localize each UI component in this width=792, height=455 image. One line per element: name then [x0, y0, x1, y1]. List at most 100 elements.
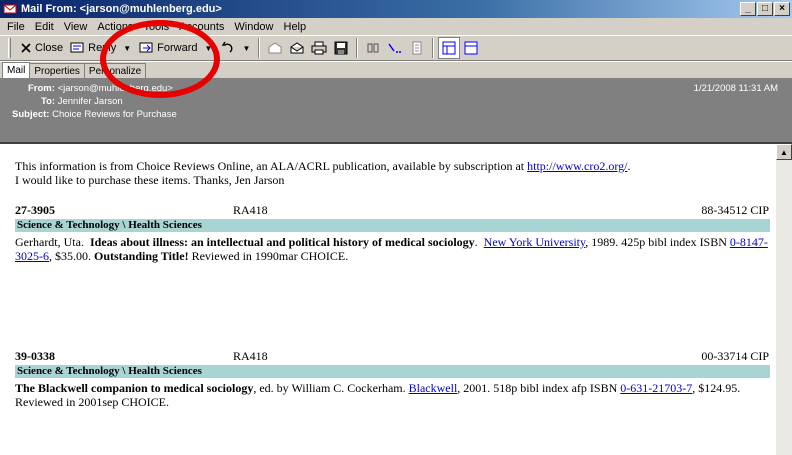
record-details: , 1989. 425p bibl index ISBN [585, 235, 730, 249]
publisher-link[interactable]: New York University [484, 235, 586, 249]
forward-button[interactable]: Forward [135, 37, 200, 59]
toolbar-separator [356, 38, 359, 58]
menu-file[interactable]: File [3, 21, 31, 33]
message-header: From: <jarson@muhlenberg.edu> To: Jennif… [0, 78, 792, 142]
printer-icon [311, 41, 327, 55]
undo-icon [222, 41, 233, 53]
maximize-button[interactable]: □ [757, 2, 773, 16]
tab-personalize[interactable]: Personalize [83, 63, 147, 78]
preview-pane-button[interactable] [438, 37, 461, 59]
publisher-link[interactable]: Blackwell [409, 381, 458, 395]
forward-icon [139, 42, 153, 53]
record-price: , $35.00. [49, 249, 94, 263]
split-view-button[interactable] [460, 37, 482, 59]
toolbar-separator [258, 38, 261, 58]
message-body-pane[interactable]: This information is from Choice Reviews … [0, 142, 792, 455]
menu-view[interactable]: View [60, 21, 94, 33]
reply-dropdown-icon[interactable]: ▼ [119, 44, 135, 53]
find-button[interactable] [384, 37, 406, 59]
undo-button[interactable] [216, 37, 238, 59]
close-label: Close [35, 42, 64, 54]
split-view-icon [464, 41, 478, 55]
cro2-link[interactable]: http://www.cro2.org/ [527, 159, 627, 173]
message-tabs: Mail Properties Personalize [0, 62, 792, 78]
envelope-icon [290, 42, 304, 54]
record-citation: Gerhardt, Uta. Ideas about illness: an i… [15, 235, 768, 263]
mark-read-button[interactable] [264, 37, 286, 59]
find-icon [388, 43, 402, 53]
preview-pane-icon [442, 41, 456, 55]
address-book-button[interactable] [362, 37, 384, 59]
scroll-up-button[interactable]: ▲ [776, 144, 792, 160]
menu-edit[interactable]: Edit [31, 21, 60, 33]
intro-text: This information is from Choice Reviews … [15, 159, 777, 187]
cip-number: 00-33714 CIP [701, 349, 769, 363]
subject-row: Subject: Choice Reviews for Purchase [12, 109, 177, 120]
mark-unread-button[interactable] [286, 37, 308, 59]
tab-mail[interactable]: Mail [2, 62, 31, 78]
reply-icon [70, 42, 84, 53]
to-value[interactable]: Jennifer Jarson [58, 96, 123, 107]
cip-number: 88-34512 CIP [701, 203, 769, 217]
to-row: To: Jennifer Jarson [41, 96, 123, 107]
subject-category: Science & Technology \ Health Sciences [15, 219, 770, 232]
floppy-disk-icon [334, 41, 348, 55]
save-button[interactable] [330, 37, 352, 59]
toolbar-grip[interactable] [8, 38, 11, 58]
record-number: 27-3905 [15, 203, 55, 217]
menu-bar: File Edit View Actions Tools Accounts Wi… [0, 18, 792, 35]
toolbar-separator [432, 38, 435, 58]
envelope-open-icon [268, 42, 282, 54]
intro-line-2: I would like to purchase these items. Th… [15, 173, 285, 187]
window-title: Mail From: <jarson@muhlenberg.edu> [21, 3, 222, 15]
filter-button[interactable] [406, 37, 428, 59]
review-record: 27-3905 RA418 88-34512 CIP Science & Tec… [15, 203, 775, 263]
record-author: Gerhardt, Uta. [15, 235, 84, 249]
undo-dropdown-icon[interactable]: ▼ [238, 44, 254, 53]
menu-accounts[interactable]: Accounts [175, 21, 230, 33]
minimize-button[interactable]: _ [740, 2, 756, 16]
record-title: Ideas about illness: an intellectual and… [89, 235, 475, 249]
from-value[interactable]: <jarson@muhlenberg.edu> [58, 83, 173, 94]
isbn-link[interactable]: 0-631-21703-7 [620, 381, 692, 395]
subject-category: Science & Technology \ Health Sciences [15, 365, 770, 378]
record-number: 39-0338 [15, 349, 55, 363]
message-body: This information is from Choice Reviews … [15, 159, 777, 409]
menu-actions[interactable]: Actions [93, 21, 139, 33]
message-date: 1/21/2008 11:31 AM [693, 83, 778, 94]
vertical-scrollbar[interactable]: ▲ [776, 144, 792, 455]
address-book-icon [367, 43, 379, 53]
record-header: 39-0338 RA418 00-33714 CIP [15, 349, 775, 364]
menu-tools[interactable]: Tools [139, 21, 175, 33]
intro-line-1: This information is from Choice Reviews … [15, 159, 528, 173]
mail-app-icon [3, 4, 17, 14]
forward-label: Forward [157, 42, 198, 54]
close-icon [21, 43, 31, 53]
menu-help[interactable]: Help [280, 21, 313, 33]
record-title: The Blackwell companion to medical socio… [15, 381, 254, 395]
close-window-button[interactable]: × [774, 2, 790, 16]
tab-properties[interactable]: Properties [29, 63, 85, 78]
record-header: 27-3905 RA418 88-34512 CIP [15, 203, 775, 218]
reply-label: Reply [88, 42, 117, 54]
record-editor: , ed. by William C. Cockerham. [253, 381, 409, 395]
window-titlebar[interactable]: Mail From: <jarson@muhlenberg.edu> _ □ × [0, 0, 792, 18]
call-number: RA418 [233, 349, 268, 363]
intro-period: . [627, 159, 631, 173]
toolbar: Close Reply ▼ Forward ▼ ▼ [0, 35, 792, 61]
to-label: To: [41, 96, 56, 107]
record-reviewed: Reviewed in 1990mar CHOICE. [188, 249, 349, 263]
from-row: From: <jarson@muhlenberg.edu> [28, 83, 173, 94]
close-button[interactable]: Close [17, 37, 66, 59]
forward-dropdown-icon[interactable]: ▼ [201, 44, 217, 53]
reply-button[interactable]: Reply [66, 37, 119, 59]
review-record: 39-0338 RA418 00-33714 CIP Science & Tec… [15, 349, 775, 409]
menu-window[interactable]: Window [230, 21, 279, 33]
call-number: RA418 [233, 203, 268, 217]
document-icon [412, 41, 422, 55]
from-label: From: [28, 83, 55, 94]
subject-label: Subject: [12, 109, 50, 120]
print-button[interactable] [308, 37, 330, 59]
subject-value: Choice Reviews for Purchase [52, 109, 177, 120]
record-details: , 2001. 518p bibl index afp ISBN [457, 381, 621, 395]
